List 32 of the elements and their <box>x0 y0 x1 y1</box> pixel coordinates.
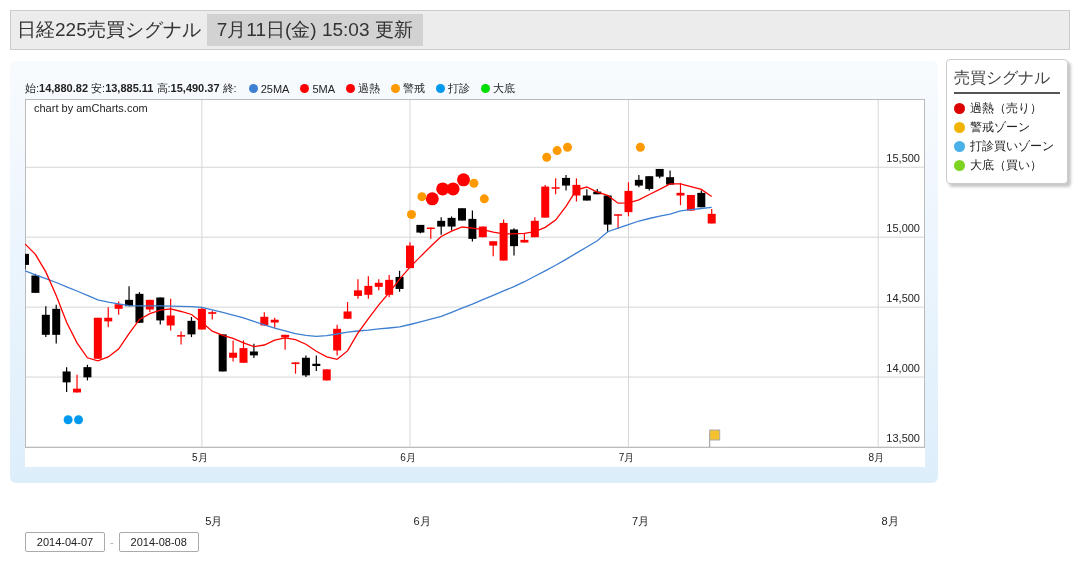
page-title: 日経225売買シグナル <box>17 18 201 42</box>
legend-label: 大底（買い） <box>970 157 1042 174</box>
axis-label: 15,000 <box>886 222 920 235</box>
axis-label: 15,500 <box>886 152 920 165</box>
price-summary: 始:14,880.82 安:13,885.11 高:15,490.37 終: <box>25 81 237 96</box>
legend-label[interactable]: 警戒 <box>403 81 426 96</box>
axis-label: 6月 <box>400 452 416 463</box>
axis-label: 8月 <box>868 452 884 463</box>
legend-label: 警戒ゾーン <box>970 119 1030 136</box>
axis-label: 14,000 <box>886 362 920 375</box>
update-time-label: 7月11日(金) 15:03 更新 <box>206 14 423 46</box>
end-date-field[interactable]: 2014-08-08 <box>118 532 199 552</box>
flag-icon[interactable] <box>709 429 721 448</box>
range-separator: - <box>110 536 114 548</box>
axis-label: 7月 <box>618 452 635 463</box>
legend-label[interactable]: 25MA <box>260 82 290 95</box>
start-date-field[interactable]: 2014-04-07 <box>25 532 105 552</box>
legend-label[interactable]: 打診 <box>448 81 471 96</box>
axis-label: 7月 <box>631 514 649 529</box>
legend-title: 売買シグナル <box>954 68 1060 94</box>
axis-label: 13,500 <box>886 432 920 444</box>
axis-label: 5月 <box>205 514 223 529</box>
axis-label: 8月 <box>881 514 899 529</box>
axis-label: 14,500 <box>886 292 920 305</box>
legend-label[interactable]: 大底 <box>493 81 516 96</box>
legend-label: 打診買いゾーン <box>970 138 1054 155</box>
legend-label[interactable]: 5MA <box>312 82 336 95</box>
axis-label: 6月 <box>413 514 431 529</box>
credit-link[interactable]: chart by amCharts.com <box>34 102 148 114</box>
axis-label: 5月 <box>192 452 208 463</box>
legend-label: 過熱（売り） <box>970 100 1042 117</box>
legend-label[interactable]: 過熱 <box>358 81 381 96</box>
